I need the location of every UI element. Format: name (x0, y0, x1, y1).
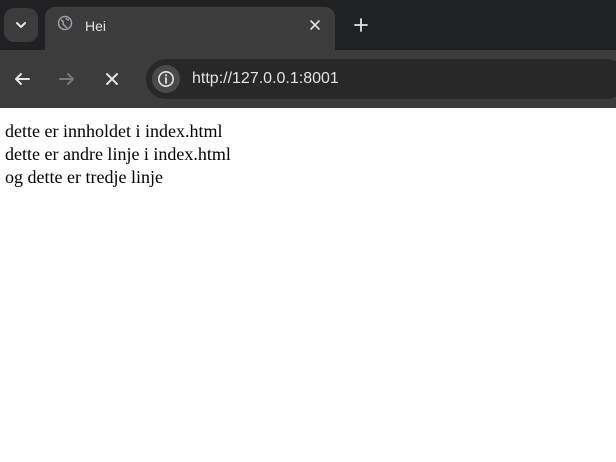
text-line-2: dette er andre linje i index.html (5, 144, 231, 164)
toolbar: http://127.0.0.1:8001 (0, 50, 616, 108)
tab-close-button[interactable] (307, 17, 323, 33)
tab-search-button[interactable] (4, 8, 38, 42)
plus-icon (354, 18, 368, 32)
forward-button[interactable] (53, 65, 81, 93)
tab-title: Hei (85, 18, 107, 34)
new-tab-button[interactable] (348, 12, 374, 38)
close-icon (106, 73, 118, 85)
tab-active[interactable]: Hei (45, 7, 335, 50)
chevron-down-icon (16, 22, 26, 28)
browser-window: Hei http://127.0.0.1:8001 dette er innho… (0, 0, 616, 462)
page-content: dette er innholdet i index.html dette er… (0, 108, 616, 462)
globe-icon (57, 15, 73, 31)
text-line-3: og dette er tredje linje (5, 167, 163, 187)
arrow-left-icon (15, 73, 30, 85)
text-line-1: dette er innholdet i index.html (5, 121, 223, 141)
close-icon (310, 20, 320, 30)
tab-strip: Hei (0, 0, 616, 50)
back-button[interactable] (8, 65, 36, 93)
page-text: dette er innholdet i index.html dette er… (5, 120, 231, 189)
url-text[interactable]: http://127.0.0.1:8001 (192, 70, 339, 88)
arrow-right-icon (59, 73, 74, 85)
address-bar[interactable]: http://127.0.0.1:8001 (146, 59, 616, 99)
site-info-button[interactable] (152, 65, 180, 93)
info-icon (158, 71, 174, 87)
stop-loading-button[interactable] (98, 65, 126, 93)
